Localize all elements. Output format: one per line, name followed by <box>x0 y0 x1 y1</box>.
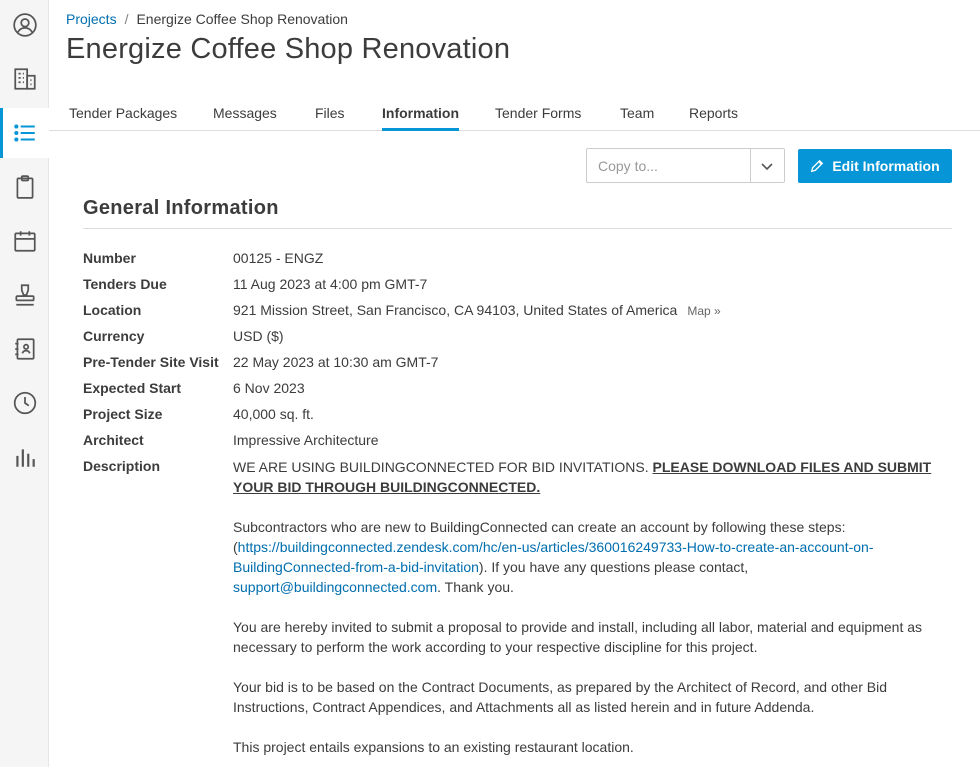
field-label-currency: Currency <box>83 328 145 344</box>
chevron-down-icon[interactable] <box>759 158 775 174</box>
field-label-site-visit: Pre-Tender Site Visit <box>83 354 219 370</box>
sidebar-item-analytics[interactable] <box>0 432 49 482</box>
tab-files[interactable]: Files <box>315 105 345 131</box>
section-title: General Information <box>83 197 279 219</box>
edit-information-label: Edit Information <box>832 158 940 174</box>
stamp-icon <box>14 284 35 306</box>
calendar-icon <box>13 231 36 252</box>
address-book-icon <box>14 338 35 360</box>
clipboard-icon <box>16 175 33 199</box>
tab-bar: Tender Packages Messages Files Informati… <box>49 100 980 131</box>
user-circle-icon <box>12 13 37 37</box>
bar-chart-icon <box>15 449 35 467</box>
sidebar-item-projects[interactable] <box>0 108 49 158</box>
field-value-expected-start: 6 Nov 2023 <box>233 380 305 396</box>
sidebar-item-profile[interactable] <box>0 0 49 50</box>
field-value-location: 921 Mission Street, San Francisco, CA 94… <box>233 302 678 318</box>
field-label-location: Location <box>83 302 142 318</box>
field-label-number: Number <box>83 250 136 266</box>
field-label-project-size: Project Size <box>83 406 163 422</box>
clock-icon <box>13 391 36 415</box>
sidebar-item-tasks[interactable] <box>0 162 49 212</box>
breadcrumb-separator: / <box>124 11 129 27</box>
description-body: WE ARE USING BUILDINGCONNECTED FOR BID I… <box>233 457 953 767</box>
field-value-number: 00125 - ENGZ <box>233 250 324 266</box>
page-title: Energize Coffee Shop Renovation <box>66 33 511 65</box>
sidebar-item-calendar[interactable] <box>0 216 49 266</box>
breadcrumb: Projects / Energize Coffee Shop Renovati… <box>66 11 348 27</box>
tab-reports[interactable]: Reports <box>689 105 738 131</box>
edit-information-button[interactable]: Edit Information <box>798 149 952 183</box>
field-value-architect: Impressive Architecture <box>233 432 379 448</box>
sidebar-item-history[interactable] <box>0 378 49 428</box>
field-value-site-visit: 22 May 2023 at 10:30 am GMT-7 <box>233 354 439 370</box>
description-paragraph: You are hereby invited to submit a propo… <box>233 619 923 655</box>
description-paragraph: Subcontractors who are new to BuildingCo… <box>233 517 953 597</box>
description-intro: WE ARE USING BUILDINGCONNECTED FOR BID I… <box>233 459 653 475</box>
copy-to-placeholder: Copy to... <box>598 158 658 174</box>
field-value-currency: USD ($) <box>233 328 284 344</box>
section-divider <box>83 228 952 229</box>
tab-information[interactable]: Information <box>382 105 459 131</box>
description-paragraph: This project entails expansions to an ex… <box>233 739 634 755</box>
list-icon <box>13 124 35 142</box>
tab-team[interactable]: Team <box>620 105 654 131</box>
sidebar-item-directory[interactable] <box>0 324 49 374</box>
sidebar-item-approvals[interactable] <box>0 270 49 320</box>
breadcrumb-projects-link[interactable]: Projects <box>66 11 117 27</box>
building-icon <box>13 68 36 90</box>
field-label-architect: Architect <box>83 432 144 448</box>
select-divider <box>750 149 751 182</box>
tab-tender-forms[interactable]: Tender Forms <box>495 105 581 131</box>
left-sidebar <box>0 0 49 767</box>
sidebar-item-companies[interactable] <box>0 54 49 104</box>
pencil-icon <box>811 159 824 173</box>
description-paragraph: WE ARE USING BUILDINGCONNECTED FOR BID I… <box>233 457 953 497</box>
copy-to-select[interactable]: Copy to... <box>586 148 785 183</box>
tab-tender-packages[interactable]: Tender Packages <box>69 105 177 131</box>
tab-messages[interactable]: Messages <box>213 105 277 131</box>
field-label-tenders-due: Tenders Due <box>83 276 167 292</box>
breadcrumb-current: Energize Coffee Shop Renovation <box>136 11 348 27</box>
support-email-link[interactable]: support@buildingconnected.com <box>233 579 437 595</box>
description-paragraph: Your bid is to be based on the Contract … <box>233 679 887 715</box>
description-contact-text: ). If you have any questions please cont… <box>478 559 749 575</box>
field-label-description: Description <box>83 458 161 474</box>
map-link[interactable]: Map » <box>687 304 720 318</box>
field-value-location-row: 921 Mission Street, San Francisco, CA 94… <box>233 302 721 318</box>
field-value-tenders-due: 11 Aug 2023 at 4:00 pm GMT-7 <box>233 276 428 292</box>
field-value-project-size: 40,000 sq. ft. <box>233 406 314 422</box>
field-label-expected-start: Expected Start <box>83 380 182 396</box>
description-thanks: . Thank you. <box>437 579 514 595</box>
